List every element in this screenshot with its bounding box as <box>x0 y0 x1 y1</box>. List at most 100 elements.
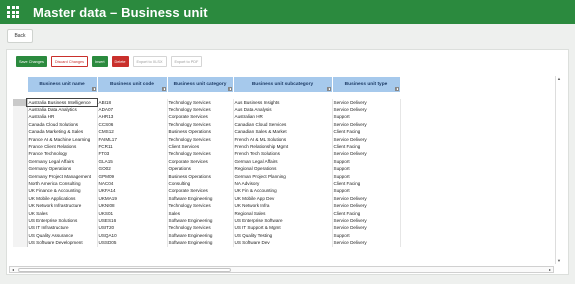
cell-category[interactable]: Operations <box>167 165 234 173</box>
cell-subcategory[interactable]: Regional Operations <box>233 165 333 173</box>
cell-name[interactable]: US Software Development <box>27 239 98 247</box>
cell-code[interactable]: USSD05 <box>97 239 168 247</box>
cell-name[interactable]: Canada Cloud Solutions <box>27 120 98 129</box>
cell-type[interactable]: Client Facing <box>332 179 401 188</box>
table-row[interactable]: France Technology FT03 Technology Services… <box>13 150 401 158</box>
cell-category[interactable]: Software Engineering <box>167 239 234 247</box>
cell-name[interactable]: France Client Relations <box>27 142 98 151</box>
cell-type[interactable]: Service Delivery <box>332 224 401 232</box>
cell-code[interactable]: AHR13 <box>97 113 168 121</box>
cell-name[interactable]: Germany Operations <box>27 165 98 173</box>
cell-category[interactable]: Technology Services <box>167 98 234 106</box>
cell-category[interactable]: Technology Services <box>167 224 234 232</box>
cell-category[interactable]: Business Operations <box>167 128 234 136</box>
cell-subcategory[interactable]: French AI & ML Solutions <box>233 135 333 143</box>
row-header[interactable] <box>13 202 28 210</box>
row-header[interactable] <box>13 142 28 151</box>
row-header[interactable] <box>13 165 28 173</box>
column-header-subcategory[interactable]: Business unit subcategory ▾ <box>232 76 333 93</box>
cell-name[interactable]: US Enterprise Solutions <box>27 217 98 225</box>
cell-subcategory[interactable]: UK Network Infra <box>233 202 333 210</box>
cell-subcategory[interactable]: Australian HR <box>233 113 333 121</box>
table-row[interactable]: Canada Marketing & Sales CMS12 Business Op… <box>13 128 401 136</box>
table-row[interactable]: Germany Legal Affairs GLA15 Corporate Serv… <box>13 157 401 166</box>
table-row[interactable]: Australia Data Analytics ADA07 Technology … <box>13 105 401 114</box>
insert-button[interactable]: Insert <box>92 56 108 67</box>
row-header[interactable] <box>13 113 28 121</box>
table-row[interactable]: UK Finance & Accounting UKFA14 Corporate S… <box>13 187 401 195</box>
export-pdf-button[interactable]: Export to PDF <box>170 56 203 67</box>
cell-code[interactable]: NAC04 <box>97 179 168 188</box>
table-row[interactable]: North America Consulting NAC04 Consulting N… <box>13 179 401 188</box>
row-header[interactable] <box>13 135 28 143</box>
cell-code[interactable]: UKFA14 <box>97 187 168 195</box>
table-row[interactable]: US IT Infrastructure USIT20 Technology Ser… <box>13 224 401 232</box>
cell-category[interactable]: Corporate Services <box>167 187 234 195</box>
filter-icon[interactable]: ▾ <box>326 87 331 91</box>
cell-subcategory[interactable]: German Project Planning <box>233 172 333 180</box>
cell-type[interactable]: Service Delivery <box>332 135 401 143</box>
cell-subcategory[interactable]: UK Fin & Accounting <box>233 187 333 195</box>
cell-subcategory[interactable]: German Legal Affairs <box>233 157 333 166</box>
cell-category[interactable]: Technology Services <box>167 202 234 210</box>
cell-name[interactable]: North America Consulting <box>27 179 98 188</box>
cell-subcategory[interactable]: Canadian Sales & Market <box>233 128 333 136</box>
filter-icon[interactable]: ▾ <box>227 87 232 91</box>
column-header-name[interactable]: Business unit name ▾ <box>26 76 98 93</box>
filter-icon[interactable]: ▾ <box>394 87 399 91</box>
table-row[interactable]: UK Mobile Applications UKMA19 Software Eng… <box>13 194 401 203</box>
app-grid-icon[interactable] <box>7 6 19 18</box>
cell-subcategory[interactable]: Aus Business Insights <box>233 98 333 106</box>
row-header[interactable] <box>13 105 28 114</box>
save-changes-button[interactable]: Save Changes <box>16 56 47 67</box>
cell-name[interactable]: Germany Legal Affairs <box>27 157 98 166</box>
table-row[interactable]: UK Sales UKS01 Sales Regional Sales Client F… <box>13 209 401 217</box>
row-header[interactable] <box>13 239 28 247</box>
cell-type[interactable]: Service Delivery <box>332 202 401 210</box>
cell-category[interactable]: Client Services <box>167 142 234 151</box>
cell-name[interactable]: France Technology <box>27 150 98 158</box>
cell-code[interactable]: UKMA19 <box>97 194 168 203</box>
cell-subcategory[interactable]: UK Mobile App Dev <box>233 194 333 203</box>
row-header[interactable] <box>13 179 28 188</box>
row-header[interactable] <box>13 98 28 106</box>
cell-code[interactable]: CMS12 <box>97 128 168 136</box>
table-row[interactable]: France AI & Machine Learning FAIML17 Techn… <box>13 135 401 143</box>
cell-type[interactable]: Support <box>332 172 401 180</box>
table-row[interactable]: France Client Relations FCR11 Client Servi… <box>13 142 401 151</box>
cell-type[interactable]: Support <box>332 231 401 240</box>
cell-code[interactable]: USIT20 <box>97 224 168 232</box>
cell-category[interactable]: Corporate Services <box>167 157 234 166</box>
export-xlsx-button[interactable]: Export to XLSX <box>132 56 167 67</box>
cell-category[interactable]: Business Operations <box>167 172 234 180</box>
cell-type[interactable]: Service Delivery <box>332 120 401 129</box>
column-header-code[interactable]: Business unit code ▾ <box>96 76 168 93</box>
cell-category[interactable]: Software Engineering <box>167 231 234 240</box>
back-button[interactable]: Back <box>7 29 33 43</box>
scroll-left-icon[interactable]: ◂ <box>10 267 16 273</box>
cell-name[interactable]: Germany Project Management <box>27 172 98 180</box>
cell-type[interactable]: Support <box>332 165 401 173</box>
cell-type[interactable]: Support <box>332 187 401 195</box>
cell-code[interactable]: UKS01 <box>97 209 168 217</box>
cell-category[interactable]: Consulting <box>167 179 234 188</box>
cell-code[interactable]: CCS06 <box>97 120 168 129</box>
filter-icon[interactable]: ▾ <box>161 87 166 91</box>
table-row[interactable]: Germany Operations GO02 Operations Regional… <box>13 165 401 173</box>
cell-name[interactable]: UK Finance & Accounting <box>27 187 98 195</box>
cell-code[interactable]: USQA10 <box>97 231 168 240</box>
cell-subcategory[interactable]: Aus Data Analysis <box>233 105 333 114</box>
cell-category[interactable]: Technology Services <box>167 150 234 158</box>
scroll-up-icon[interactable]: ▲ <box>556 76 562 82</box>
table-row[interactable]: US Software Development USSD05 Software En… <box>13 239 401 247</box>
cell-subcategory[interactable]: US IT Support & Mgmt <box>233 224 333 232</box>
row-header[interactable] <box>13 150 28 158</box>
cell-type[interactable]: Support <box>332 157 401 166</box>
cell-subcategory[interactable]: French Relationship Mgmt <box>233 142 333 151</box>
cell-subcategory[interactable]: US Software Dev <box>233 239 333 247</box>
cell-type[interactable]: Service Delivery <box>332 98 401 106</box>
table-row[interactable]: Australia Business Intelligence ABI18 Tech… <box>13 98 401 107</box>
cell-name[interactable]: US IT Infrastructure <box>27 224 98 232</box>
cell-category[interactable]: Technology Services <box>167 105 234 114</box>
cell-subcategory[interactable]: US Enterprise Software <box>233 217 333 225</box>
